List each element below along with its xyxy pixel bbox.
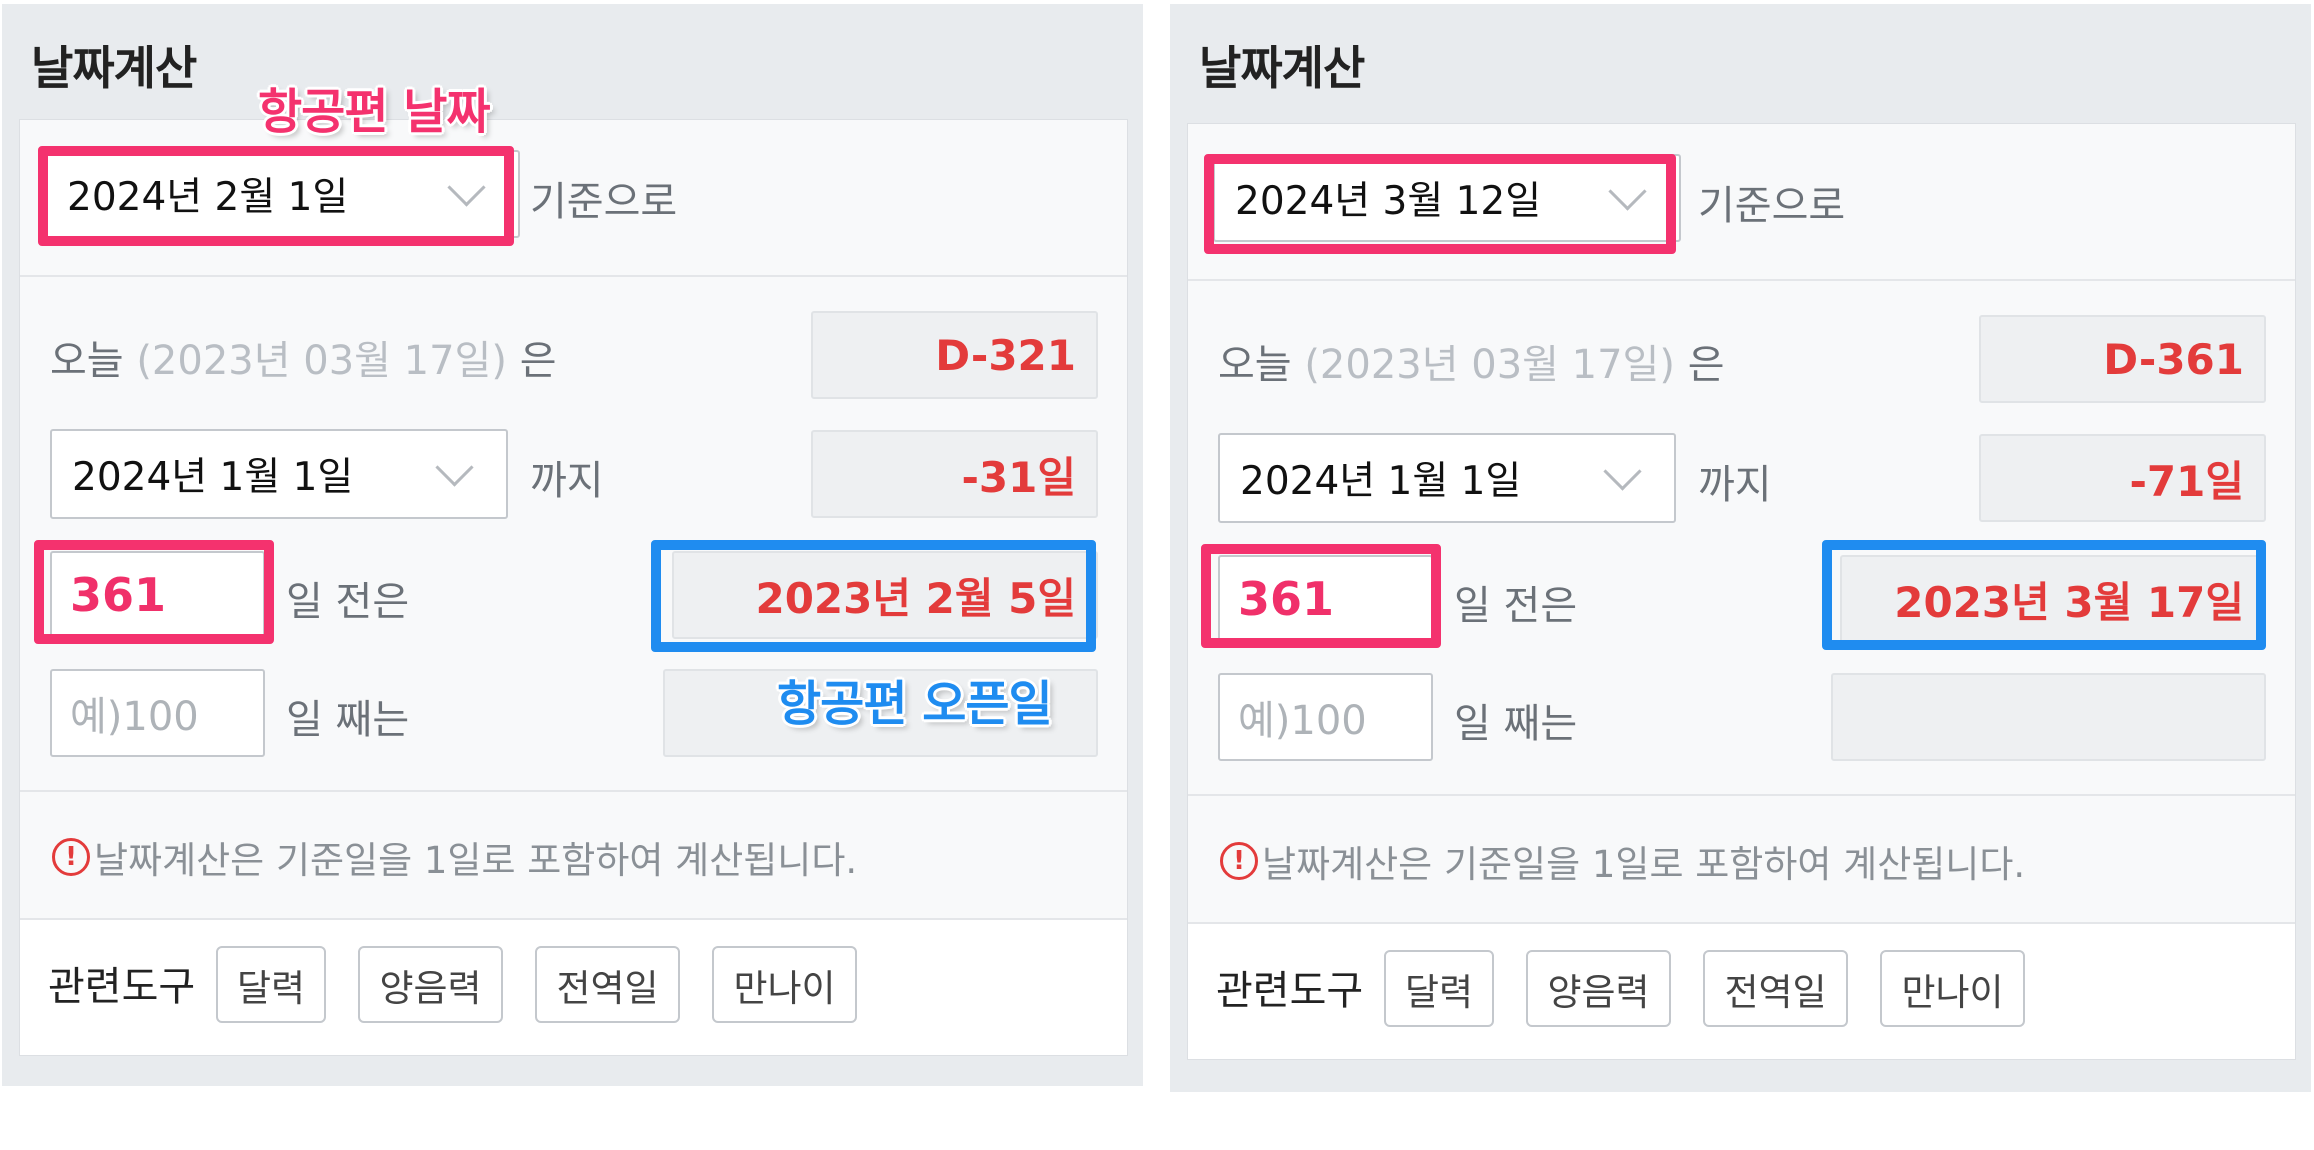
today-result: D-361 [1979, 315, 2266, 403]
days-before-suffix-label: 일 전은 [1454, 583, 1578, 629]
notice: ! 날짜계산은 기준일을 1일로 포함하여 계산됩니다. [1220, 834, 2025, 888]
panel-title: 날짜계산 [31, 41, 197, 95]
until-result: -31일 [811, 430, 1098, 518]
panel-title: 날짜계산 [1199, 41, 1365, 95]
today-suffix: 은 [519, 338, 557, 384]
divider [20, 275, 1127, 277]
annotation-flight-open-date: 항공편 오픈일 [777, 676, 1053, 732]
divider [20, 790, 1127, 792]
tool-age-button[interactable]: 만나이 [712, 946, 857, 1023]
exclamation-circle-icon: ! [52, 838, 90, 876]
base-suffix-label: 기준으로 [530, 179, 678, 225]
divider [1188, 794, 2295, 796]
days-nth-suffix-label: 일 째는 [286, 697, 410, 743]
days-nth-input[interactable]: 예)100 [1218, 673, 1433, 761]
highlight-result [651, 540, 1096, 652]
date-calculator-panel-2: 날짜계산 2024년 3월 12일 기준으로 오늘 (2023년 03월 17일… [1170, 4, 2311, 1092]
highlight-base-date [38, 146, 514, 246]
until-date-value: 2024년 1월 1일 [72, 455, 354, 500]
today-label: 오늘 (2023년 03월 17일) 은 [1218, 332, 1725, 390]
until-result: -71일 [1979, 434, 2266, 522]
tool-lunar-button[interactable]: 양음력 [1526, 950, 1671, 1027]
today-date: (2023년 03월 17일) [1304, 342, 1675, 388]
tool-calendar-button[interactable]: 달력 [216, 946, 326, 1023]
days-nth-suffix-label: 일 째는 [1454, 701, 1578, 747]
until-date-value: 2024년 1월 1일 [1240, 459, 1522, 504]
days-nth-result [1831, 673, 2266, 761]
divider [1188, 279, 2295, 281]
tool-calendar-button[interactable]: 달력 [1384, 950, 1494, 1027]
base-suffix-label: 기준으로 [1698, 183, 1846, 229]
notice-text: 날짜계산은 기준일을 1일로 포함하여 계산됩니다. [1262, 843, 2026, 886]
highlight-result [1822, 540, 2266, 650]
tool-discharge-button[interactable]: 전역일 [535, 946, 680, 1023]
highlight-days-input [34, 540, 274, 644]
until-date-select[interactable]: 2024년 1월 1일 [50, 429, 508, 519]
until-date-select[interactable]: 2024년 1월 1일 [1218, 433, 1676, 523]
notice: ! 날짜계산은 기준일을 1일로 포함하여 계산됩니다. [52, 830, 857, 884]
today-result: D-321 [811, 311, 1098, 399]
days-before-suffix-label: 일 전은 [286, 579, 410, 625]
annotation-flight-date: 항공편 날짜 [258, 84, 491, 140]
tool-discharge-button[interactable]: 전역일 [1703, 950, 1848, 1027]
related-tools: 관련도구 달력 양음력 전역일 만나이 [20, 920, 1127, 1055]
today-prefix: 오늘 [50, 338, 124, 384]
today-prefix: 오늘 [1218, 342, 1292, 388]
tool-age-button[interactable]: 만나이 [1880, 950, 2025, 1027]
related-tools-label: 관련도구 [48, 964, 196, 1010]
today-suffix: 은 [1687, 342, 1725, 388]
tool-lunar-button[interactable]: 양음력 [358, 946, 503, 1023]
today-date: (2023년 03월 17일) [136, 338, 507, 384]
today-label: 오늘 (2023년 03월 17일) 은 [50, 328, 557, 386]
exclamation-circle-icon: ! [1220, 842, 1258, 880]
date-calculator-panel-1: 날짜계산 2024년 2월 1일 기준으로 오늘 (2023년 03월 17일)… [2, 4, 1143, 1086]
until-suffix-label: 까지 [530, 458, 604, 504]
related-tools-label: 관련도구 [1216, 968, 1364, 1014]
until-suffix-label: 까지 [1698, 462, 1772, 508]
notice-text: 날짜계산은 기준일을 1일로 포함하여 계산됩니다. [94, 839, 858, 882]
days-nth-input[interactable]: 예)100 [50, 669, 265, 757]
highlight-base-date [1204, 154, 1676, 254]
highlight-days-input [1201, 544, 1441, 648]
chevron-down-icon [1603, 452, 1642, 491]
chevron-down-icon [435, 448, 474, 487]
related-tools: 관련도구 달력 양음력 전역일 만나이 [1188, 924, 2295, 1059]
